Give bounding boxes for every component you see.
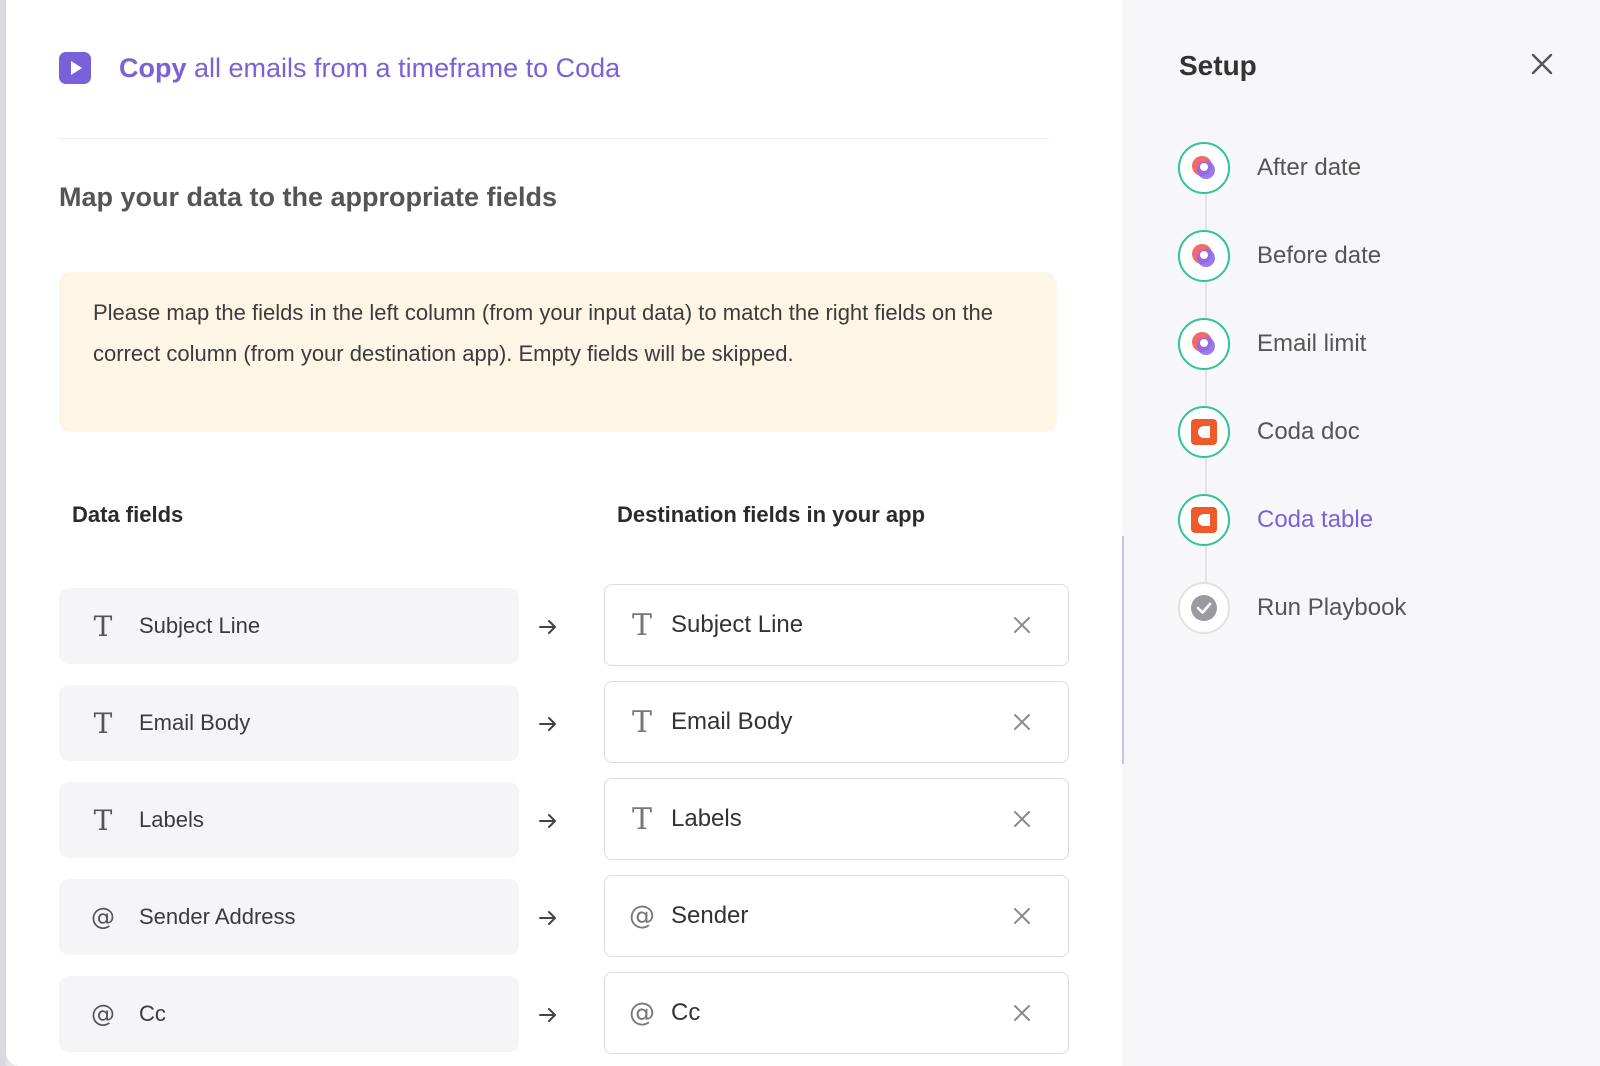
destination-field-select[interactable]: T Subject Line <box>604 584 1069 666</box>
text-type-icon: T <box>93 803 113 837</box>
destination-field-label: Email Body <box>671 708 793 735</box>
check-icon <box>1191 595 1217 621</box>
text-type-icon: T <box>93 706 113 740</box>
gmail-app-icon <box>1192 156 1215 179</box>
gmail-app-icon <box>1192 332 1215 355</box>
step-label: Coda table <box>1257 506 1374 533</box>
step-badge <box>1178 318 1230 370</box>
playbook-title-verb: Copy <box>119 52 187 83</box>
source-field: T Subject Line <box>59 588 519 664</box>
clear-icon[interactable] <box>1012 906 1032 926</box>
clear-icon[interactable] <box>1012 712 1032 732</box>
arrow-right-icon <box>539 911 556 925</box>
setup-step-coda-table[interactable]: Coda table <box>1178 492 1373 548</box>
step-label: Coda doc <box>1257 418 1360 445</box>
mapping-row: T Email Body T Email Body <box>59 681 1069 765</box>
source-field: @ Sender Address <box>59 879 519 955</box>
mapping-row: T Labels T Labels <box>59 778 1069 862</box>
sidebar-active-indicator <box>1122 536 1124 764</box>
playbook-header: Copy all emails from a timeframe to Coda <box>59 40 1049 96</box>
mapping-row: T Subject Line T Subject Line <box>59 584 1069 668</box>
source-field: T Email Body <box>59 685 519 761</box>
clear-icon[interactable] <box>1012 809 1032 829</box>
destination-field-select[interactable]: @ Cc <box>604 972 1069 1054</box>
mapping-notice: Please map the fields in the left column… <box>59 272 1057 432</box>
destination-field-label: Sender <box>671 902 749 929</box>
setup-sidebar: Setup After date Before date Email limit… <box>1122 0 1600 1066</box>
step-label: After date <box>1257 154 1362 181</box>
destination-field-select[interactable]: T Labels <box>604 778 1069 860</box>
email-type-icon: @ <box>629 998 655 1028</box>
email-type-icon: @ <box>629 901 655 931</box>
play-icon <box>59 52 91 84</box>
email-type-icon: @ <box>91 903 115 931</box>
step-badge <box>1178 230 1230 282</box>
step-badge <box>1178 494 1230 546</box>
step-badge <box>1178 582 1230 634</box>
step-badge <box>1178 406 1230 458</box>
destination-field-label: Labels <box>671 805 742 832</box>
destination-field-label: Subject Line <box>671 611 804 638</box>
section-title: Map your data to the appropriate fields <box>59 182 558 212</box>
step-label: Run Playbook <box>1257 594 1407 621</box>
text-type-icon: T <box>631 607 652 643</box>
source-field-label: Email Body <box>139 710 251 735</box>
gmail-app-icon <box>1192 244 1215 267</box>
mapping-panel: Copy all emails from a timeframe to Coda… <box>6 0 1106 1066</box>
setup-step-after-date[interactable]: After date <box>1178 140 1361 196</box>
source-field: @ Cc <box>59 976 519 1052</box>
text-type-icon: T <box>631 704 652 740</box>
email-type-icon: @ <box>91 1000 115 1028</box>
mapping-row: @ Cc @ Cc <box>59 972 1069 1056</box>
clear-icon[interactable] <box>1012 615 1032 635</box>
destination-field-select[interactable]: @ Sender <box>604 875 1069 957</box>
coda-app-icon <box>1191 419 1217 445</box>
source-field-label: Cc <box>139 1001 166 1026</box>
arrow-right-icon <box>539 814 556 828</box>
text-type-icon: T <box>93 609 113 643</box>
playbook-title-rest: all emails from a timeframe to Coda <box>194 52 621 83</box>
arrow-right-icon <box>539 620 556 634</box>
setup-title: Setup <box>1179 50 1257 81</box>
playbook-modal: Copy all emails from a timeframe to Coda… <box>6 0 1600 1066</box>
source-field: T Labels <box>59 782 519 858</box>
header-divider <box>59 138 1049 139</box>
mapping-row: @ Sender Address @ Sender <box>59 875 1069 959</box>
source-field-label: Sender Address <box>139 904 296 929</box>
destination-fields-heading: Destination fields in your app <box>617 502 926 527</box>
setup-step-before-date[interactable]: Before date <box>1178 228 1381 284</box>
source-field-label: Subject Line <box>139 613 261 638</box>
close-icon[interactable] <box>1528 50 1556 78</box>
setup-step-coda-doc[interactable]: Coda doc <box>1178 404 1360 460</box>
step-label: Before date <box>1257 242 1382 269</box>
arrow-right-icon <box>539 717 556 731</box>
playbook-title: Copy all emails from a timeframe to Coda <box>119 53 620 84</box>
text-type-icon: T <box>631 801 652 837</box>
source-field-label: Labels <box>139 807 204 832</box>
coda-app-icon <box>1191 507 1217 533</box>
destination-field-label: Cc <box>671 999 701 1026</box>
data-fields-heading: Data fields <box>72 502 184 527</box>
setup-step-email-limit[interactable]: Email limit <box>1178 316 1366 372</box>
destination-field-select[interactable]: T Email Body <box>604 681 1069 763</box>
step-label: Email limit <box>1257 330 1367 357</box>
arrow-right-icon <box>539 1008 556 1022</box>
setup-step-run-playbook[interactable]: Run Playbook <box>1178 580 1406 636</box>
clear-icon[interactable] <box>1012 1003 1032 1023</box>
step-badge <box>1178 142 1230 194</box>
